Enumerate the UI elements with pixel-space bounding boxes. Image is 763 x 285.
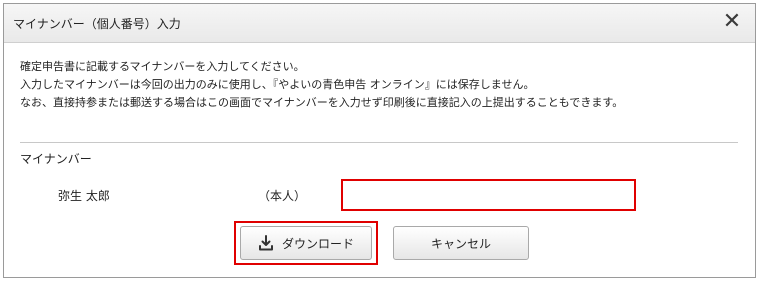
person-name: 弥生 太郎 [58,189,110,203]
section-divider [20,142,738,143]
mynumber-input[interactable] [341,179,636,211]
description-line-3: なお、直接持参または郵送する場合はこの画面でマイナンバーを入力せず印刷後に直接記… [20,96,624,109]
mynumber-dialog: マイナンバー（個人番号）入力 ✕ [3,3,756,278]
description: 確定申告書に記載するマイナンバーを入力してください。 入力したマイナンバーは今回… [20,58,623,112]
description-line-1: 確定申告書に記載するマイナンバーを入力してください。 [20,60,305,73]
download-button-label: ダウンロード [281,236,354,251]
description-line-2: 入力したマイナンバーは今回の出力のみに使用し、『やよいの青色申告 オンライン』に… [20,78,535,91]
dialog-title: マイナンバー（個人番号）入力 [13,17,181,31]
download-icon [258,235,273,251]
cancel-button[interactable]: キャンセル [393,226,529,260]
person-relation: （本人） [258,189,307,203]
download-button[interactable]: ダウンロード [240,226,372,260]
cancel-button-label: キャンセル [430,236,491,251]
mynumber-section-label: マイナンバー [20,152,92,166]
dialog-titlebar: マイナンバー（個人番号）入力 ✕ [4,4,755,43]
close-icon[interactable]: ✕ [719,9,745,35]
